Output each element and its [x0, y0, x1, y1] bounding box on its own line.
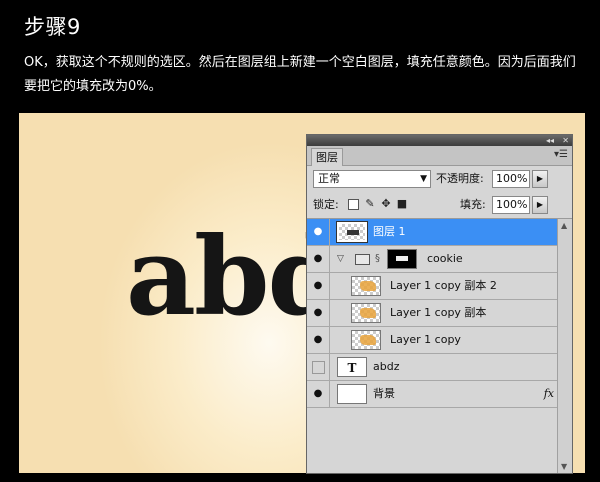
layer-name: Layer 1 copy 副本: [390, 306, 487, 319]
layers-list: ● 图层 1 ● ▽ § cookie ● Layer 1 copy 副本 2 …: [307, 219, 572, 408]
layer-name: cookie: [427, 252, 463, 265]
panel-tabs: 图层 ▾☰: [307, 146, 572, 166]
layer-thumbnail: [351, 276, 381, 296]
layer-row[interactable]: T abdz: [307, 354, 572, 381]
layer-name: Layer 1 copy: [390, 333, 461, 346]
scroll-down-icon[interactable]: ▼: [561, 462, 567, 471]
opacity-stepper[interactable]: ▶: [532, 170, 548, 188]
layer-row[interactable]: ● Layer 1 copy: [307, 327, 572, 354]
lock-transparent-icon[interactable]: [348, 199, 359, 210]
fx-icon[interactable]: fx: [544, 381, 554, 407]
fill-input[interactable]: 100%: [492, 196, 530, 214]
lock-icon[interactable]: ■: [396, 198, 408, 210]
layer-row[interactable]: ● 图层 1: [307, 219, 572, 246]
expand-triangle-icon[interactable]: ▽: [337, 252, 344, 266]
layer-thumbnail: [336, 221, 368, 243]
eye-icon[interactable]: ●: [311, 333, 325, 347]
layer-name: Layer 1 copy 副本 2: [390, 279, 497, 292]
eye-icon[interactable]: ●: [311, 279, 325, 293]
layer-row[interactable]: ● Layer 1 copy 副本 2: [307, 273, 572, 300]
blend-mode-select[interactable]: 正常 ▼: [313, 170, 431, 188]
blend-row: 正常 ▼ 不透明度: 100% ▶: [307, 166, 572, 192]
text-layer-icon: T: [337, 357, 367, 377]
layer-row[interactable]: ● 背景 fx ▼: [307, 381, 572, 408]
step-description: OK，获取这个不规则的选区。然后在图层组上新建一个空白图层，填充任意颜色。因为后…: [24, 55, 576, 94]
layer-mask-thumbnail: [387, 249, 417, 269]
layer-thumbnail: [337, 384, 367, 404]
layer-row[interactable]: ● Layer 1 copy 副本: [307, 300, 572, 327]
folder-icon: [355, 254, 370, 265]
layer-name: 背景: [373, 387, 395, 400]
step-title: 步骤9: [24, 15, 81, 39]
eye-icon[interactable]: ●: [311, 306, 325, 320]
eye-icon[interactable]: ●: [311, 387, 325, 401]
fill-label: 填充:: [460, 198, 486, 211]
eye-icon[interactable]: ●: [311, 252, 325, 266]
layer-thumbnail: [351, 303, 381, 323]
chevron-down-icon: ▼: [420, 174, 427, 184]
fill-stepper[interactable]: ▶: [532, 196, 548, 214]
move-icon[interactable]: ✥: [380, 198, 392, 210]
layer-thumbnail: [351, 330, 381, 350]
brush-icon[interactable]: ✎: [364, 198, 376, 210]
layers-panel: ◂◂ ✕ 图层 ▾☰ 正常 ▼ 不透明度: 100% ▶ 锁定: ✎ ✥ ■ 填…: [306, 134, 573, 474]
scroll-up-icon[interactable]: ▲: [561, 221, 567, 230]
panel-title-bar: ◂◂ ✕: [307, 135, 572, 146]
lock-label: 锁定:: [313, 198, 339, 211]
link-icon: §: [375, 253, 380, 264]
eye-icon[interactable]: ●: [311, 225, 325, 239]
layer-group-row[interactable]: ● ▽ § cookie: [307, 246, 572, 273]
panel-menu-icon[interactable]: ▾☰: [554, 149, 568, 160]
opacity-input[interactable]: 100%: [492, 170, 530, 188]
visibility-toggle[interactable]: [312, 361, 325, 374]
layer-name: 图层 1: [373, 225, 406, 238]
blend-mode-value: 正常: [318, 172, 340, 185]
opacity-label: 不透明度:: [436, 172, 484, 185]
scrollbar[interactable]: ▲ ▼: [557, 219, 572, 473]
lock-row: 锁定: ✎ ✥ ■ 填充: 100% ▶: [307, 192, 572, 219]
close-icon[interactable]: ✕: [562, 135, 569, 146]
collapse-icon[interactable]: ◂◂: [546, 135, 554, 146]
tab-layers[interactable]: 图层: [311, 148, 343, 166]
layer-name: abdz: [373, 360, 400, 373]
